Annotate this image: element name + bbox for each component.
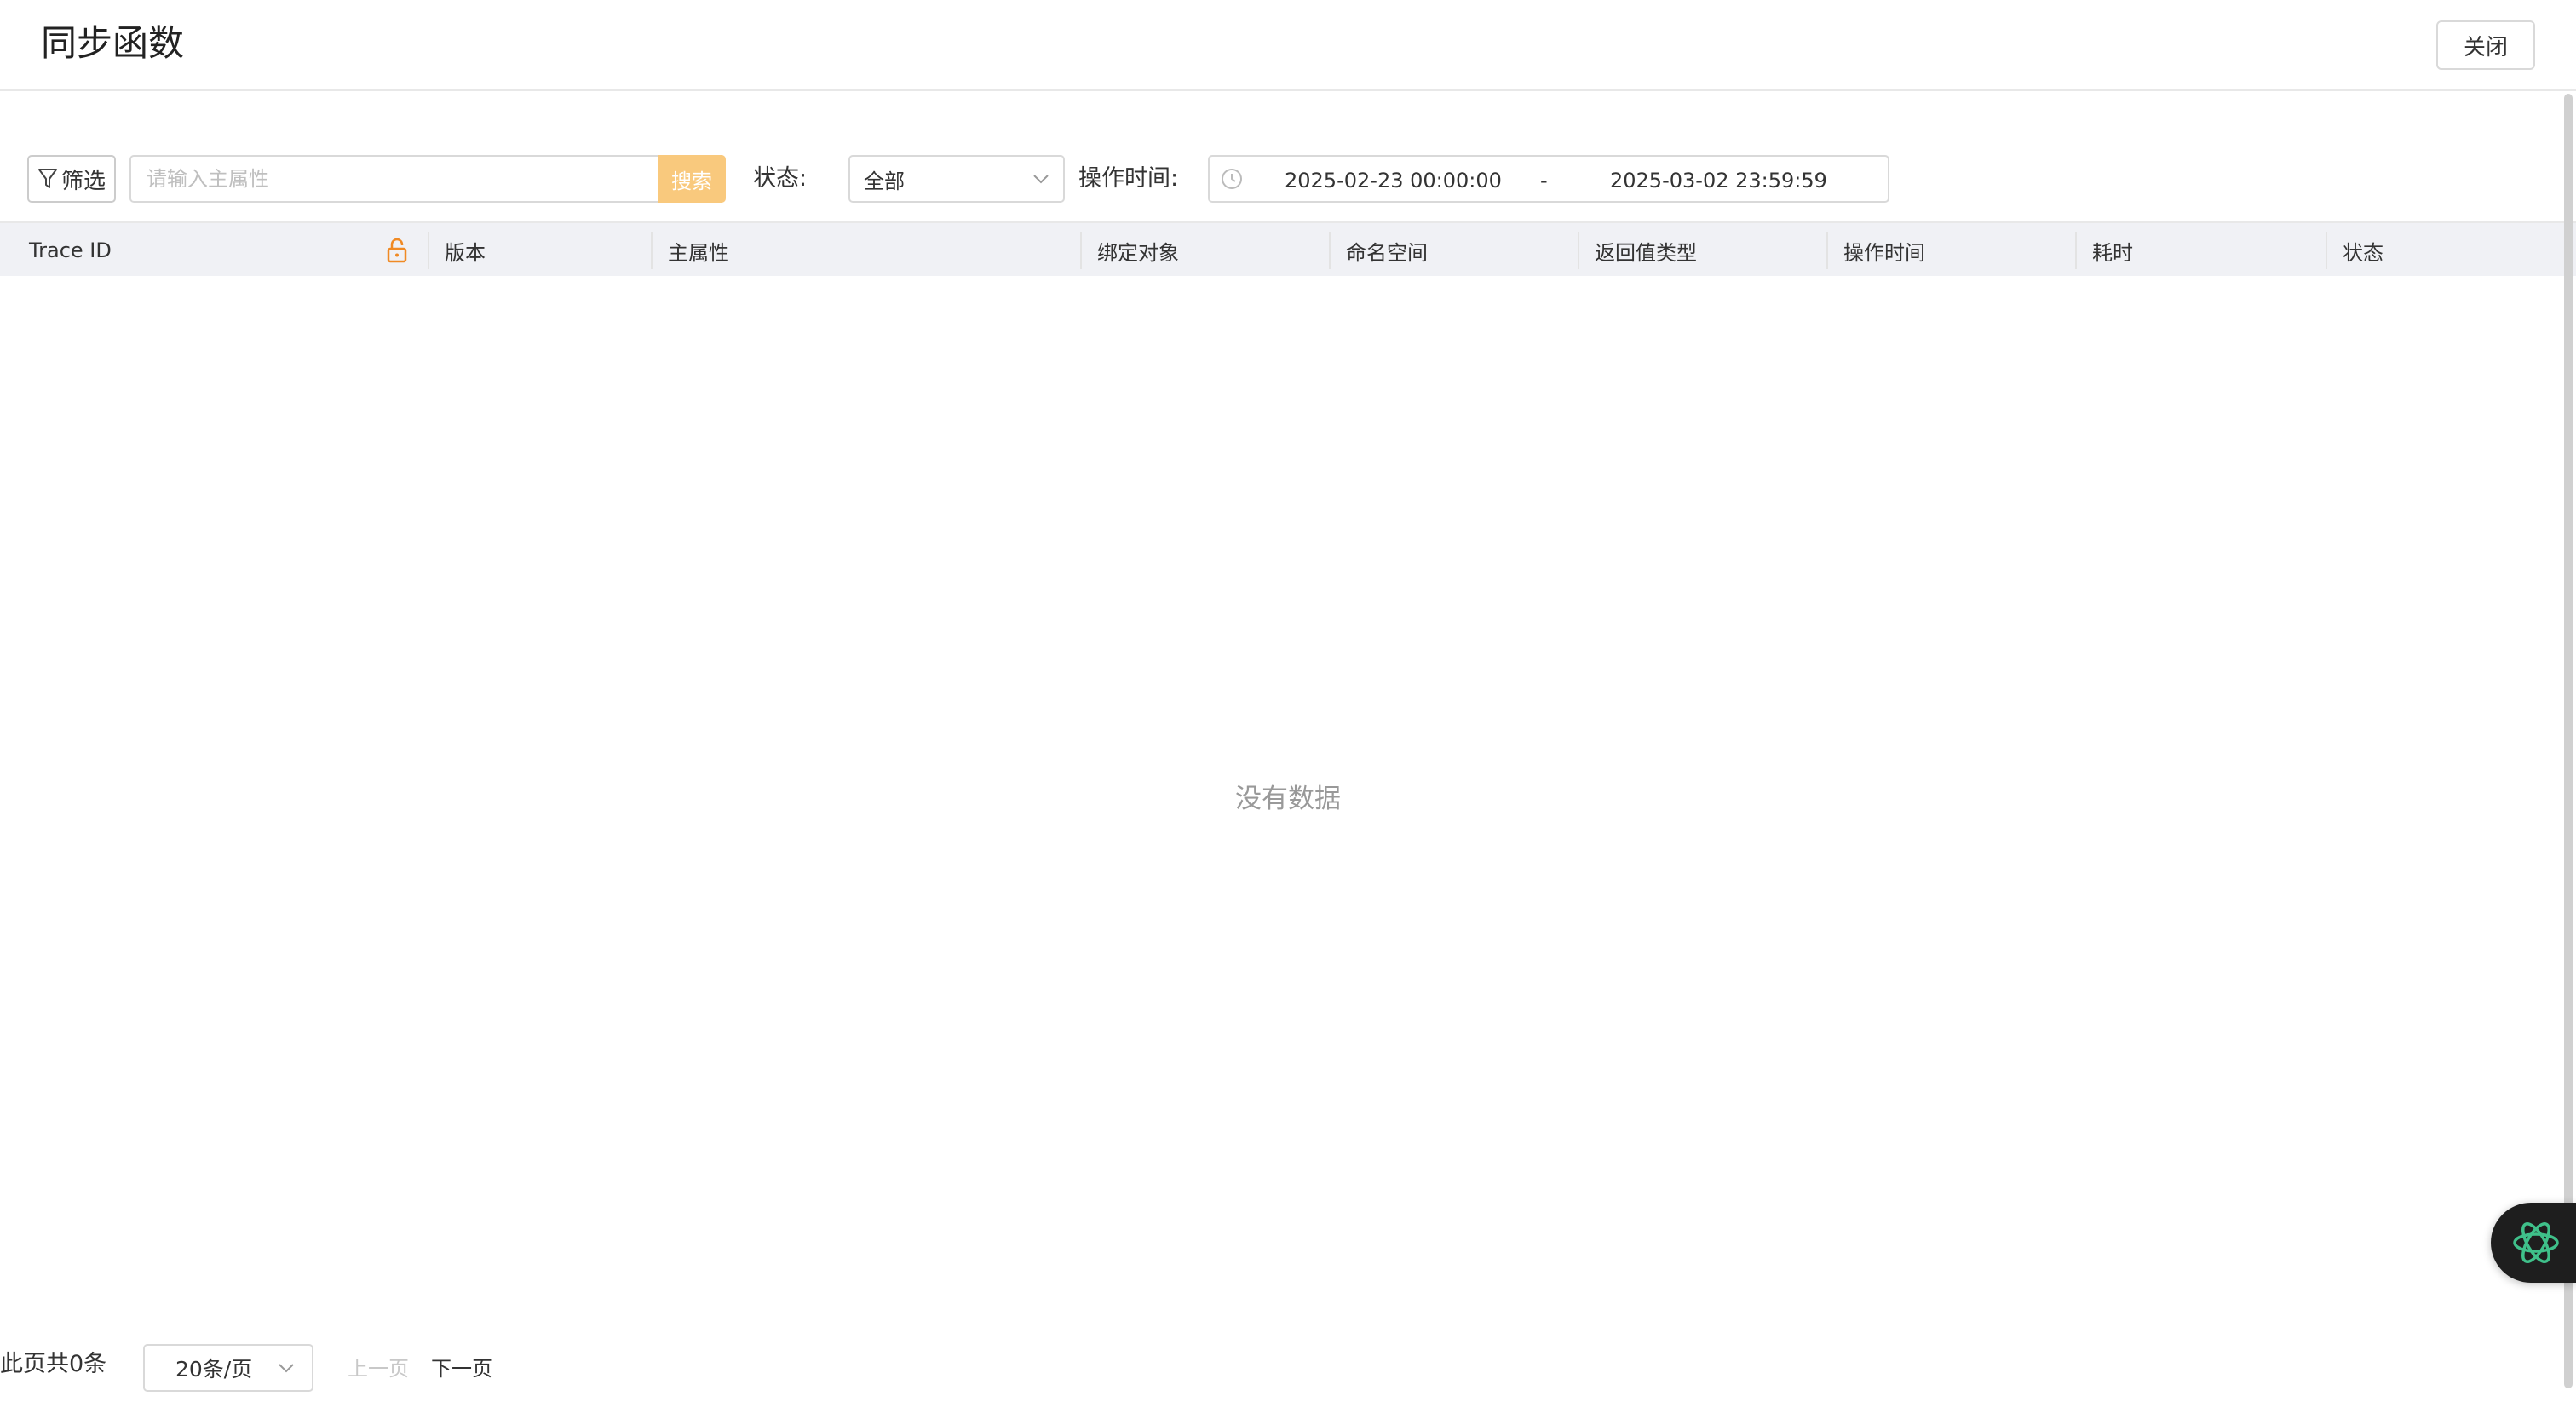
page-size-select[interactable]: 20条/页: [143, 1344, 313, 1392]
filter-label: 筛选: [60, 168, 106, 194]
filter-icon: [37, 169, 57, 188]
assistant-float-button[interactable]: [2491, 1203, 2576, 1283]
date-end[interactable]: 2025-03-02 23:59:59: [1610, 169, 1827, 192]
assistant-logo-icon: [2513, 1222, 2559, 1263]
column-divider[interactable]: [2075, 232, 2077, 269]
column-header-return-type[interactable]: 返回值类型: [1595, 223, 1697, 278]
close-button[interactable]: 关闭: [2436, 20, 2535, 70]
chevron-down-icon: [1033, 175, 1049, 184]
empty-state-text: 没有数据: [1235, 784, 1341, 814]
column-header-namespace[interactable]: 命名空间: [1346, 223, 1428, 278]
page-title: 同步函数: [41, 22, 185, 64]
page: 同步函数 关闭 筛选 搜索 状态: 全部 操作时间: 2025-02-23 00…: [0, 0, 2576, 1402]
filter-button[interactable]: 筛选: [27, 155, 116, 203]
column-header-duration[interactable]: 耗时: [2092, 223, 2133, 278]
status-select[interactable]: 全部: [848, 155, 1065, 203]
column-divider[interactable]: [1578, 232, 1579, 269]
column-divider[interactable]: [651, 232, 653, 269]
clock-icon: [1222, 169, 1242, 189]
prev-page-button[interactable]: 上一页: [348, 1354, 409, 1383]
date-separator: -: [1540, 169, 1548, 192]
next-page-button[interactable]: 下一页: [431, 1354, 492, 1383]
column-header-main-attribute[interactable]: 主属性: [668, 223, 729, 278]
column-divider[interactable]: [1329, 232, 1331, 269]
column-divider[interactable]: [1080, 232, 1082, 269]
date-range-picker[interactable]: 2025-02-23 00:00:00 - 2025-03-02 23:59:5…: [1208, 155, 1889, 203]
scrollbar-thumb[interactable]: [2564, 94, 2573, 1388]
column-divider[interactable]: [1826, 232, 1828, 269]
column-header-operation-time[interactable]: 操作时间: [1843, 223, 1925, 278]
search-button[interactable]: 搜索: [658, 155, 726, 203]
column-header-bound-object[interactable]: 绑定对象: [1097, 223, 1179, 278]
page-size-value: 20条/页: [175, 1357, 253, 1382]
column-divider[interactable]: [428, 232, 429, 269]
modal-header: 同步函数 关闭: [0, 0, 2576, 91]
chevron-down-icon: [279, 1364, 294, 1373]
column-divider[interactable]: [2326, 232, 2327, 269]
table-header: Trace ID 版本 主属性 绑定对象 命名空间 返回值类型 操作时间 耗时 …: [0, 221, 2576, 276]
date-start[interactable]: 2025-02-23 00:00:00: [1285, 169, 1502, 192]
status-label: 状态:: [753, 165, 808, 192]
column-header-status[interactable]: 状态: [2343, 223, 2383, 278]
status-selected-value: 全部: [864, 169, 905, 193]
column-header-trace-id[interactable]: Trace ID: [29, 223, 112, 278]
lock-icon[interactable]: [385, 237, 409, 264]
operation-time-label: 操作时间:: [1078, 165, 1179, 192]
column-header-version[interactable]: 版本: [445, 223, 486, 278]
page-count-text: 此页共0条: [0, 1351, 107, 1377]
search-input[interactable]: [129, 155, 658, 203]
